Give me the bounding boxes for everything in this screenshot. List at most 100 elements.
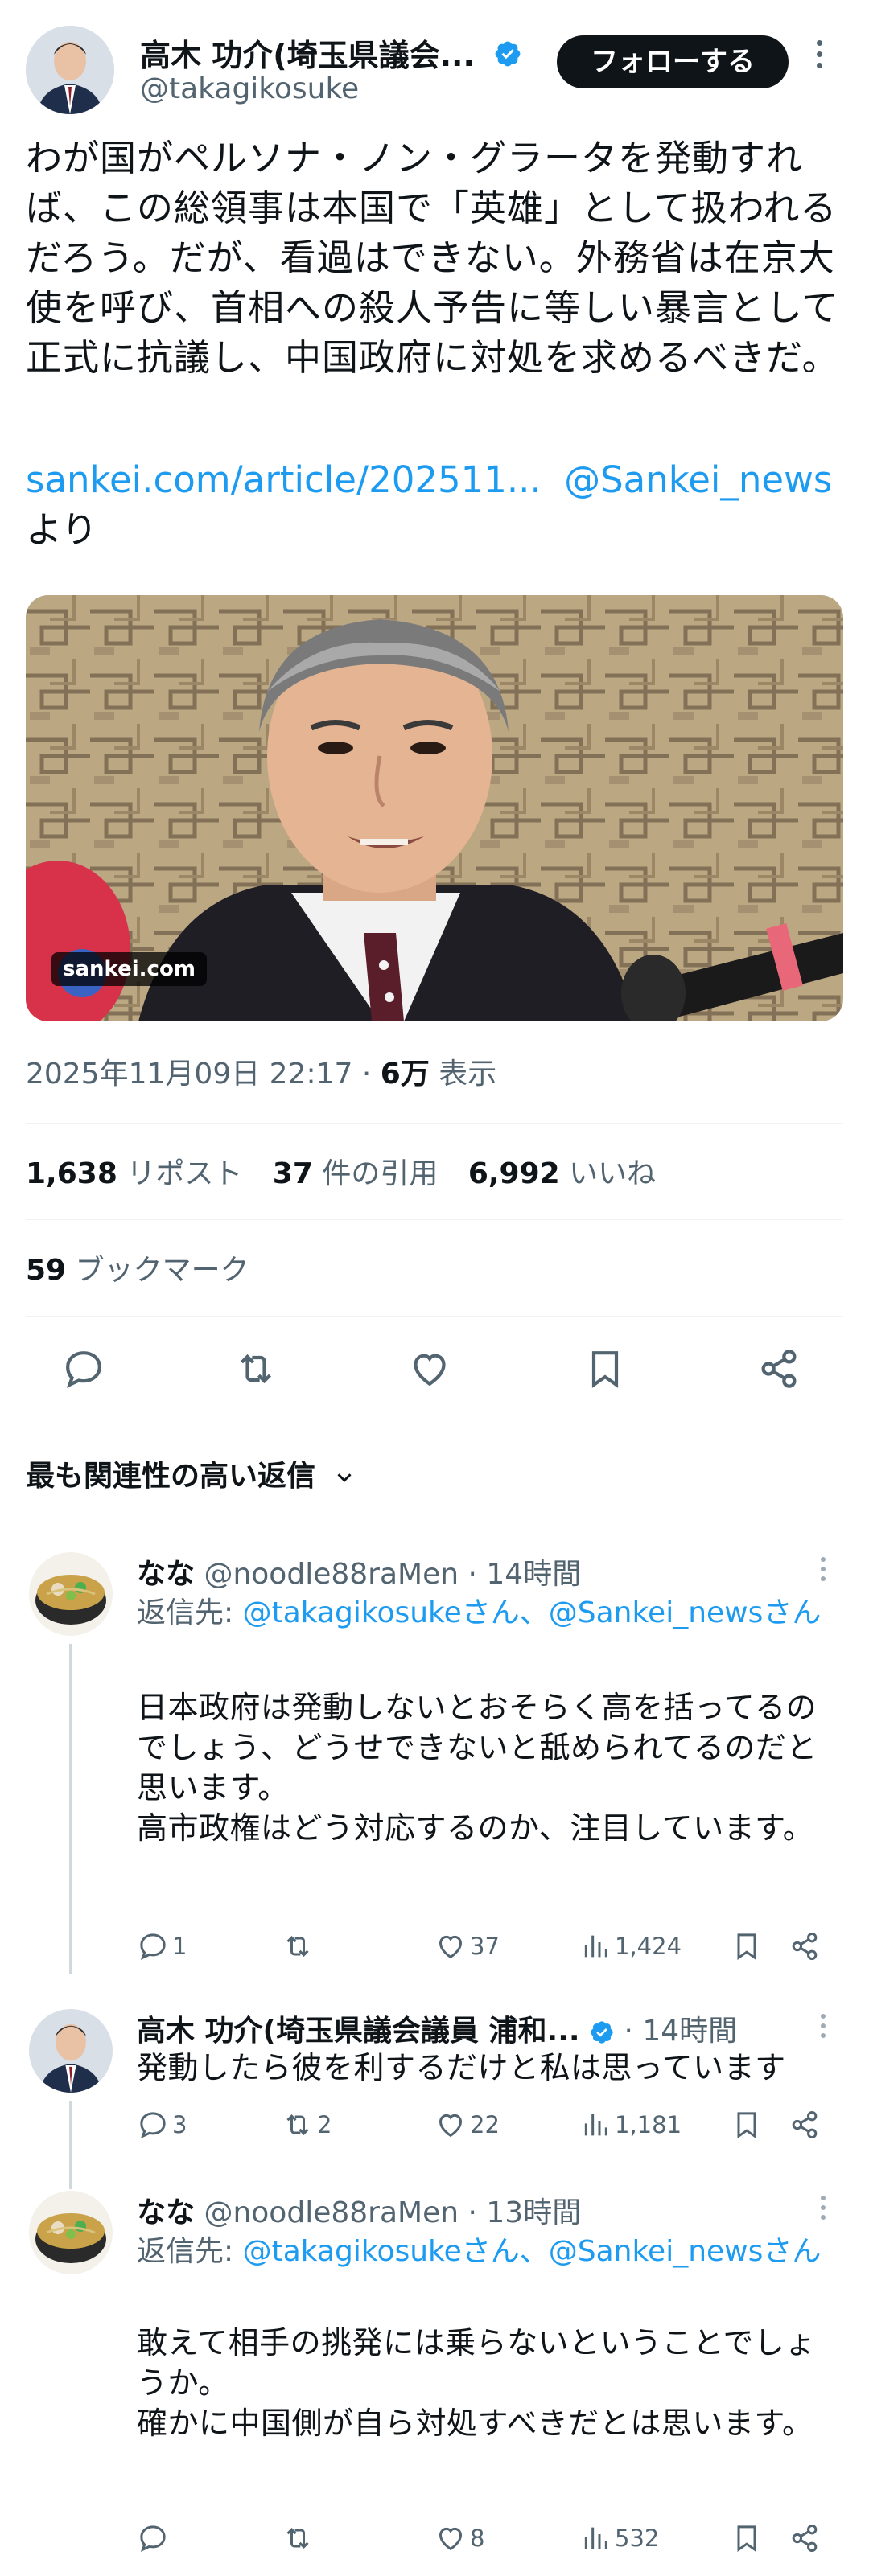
repost-icon <box>286 1936 309 1957</box>
reply-more-icon[interactable] <box>819 2196 827 2228</box>
views-count: 532 <box>615 2525 660 2552</box>
reply-repost-button[interactable] <box>282 1930 317 1962</box>
chevron-down-icon <box>337 1473 352 1482</box>
bookmark-icon <box>737 2525 756 2553</box>
separator: · <box>361 1058 381 1091</box>
divider <box>26 1316 843 1317</box>
author-display-name[interactable]: 高木 功介(埼玉県議会... <box>140 31 522 76</box>
reply-reply-button[interactable] <box>137 2522 172 2554</box>
likes-stat[interactable]: 6,992 いいね <box>468 1157 656 1190</box>
like-button[interactable] <box>407 1346 452 1395</box>
reply-reply-button[interactable]: 1 <box>137 1930 187 1962</box>
reply-views-button[interactable]: 532 <box>579 2522 659 2554</box>
reply-author-handle[interactable]: @noodle88raMen <box>204 1558 459 1591</box>
author-name-text[interactable]: 高木 功介(埼玉県議会... <box>140 38 475 73</box>
bookmark-icon <box>737 1933 756 1961</box>
reply-icon <box>66 1351 101 1388</box>
tweet-timestamp-row: 2025年11月09日 22:17 · 6万 表示 <box>26 1050 496 1092</box>
reply-share-button[interactable] <box>789 2522 824 2554</box>
reply-avatar-noodle[interactable] <box>29 2191 113 2274</box>
reply-views-button[interactable]: 1,181 <box>579 2109 682 2141</box>
like-count: 8 <box>470 2525 485 2552</box>
reposts-label: リポスト <box>126 1157 243 1190</box>
thread-connector <box>69 1644 72 1974</box>
article-link[interactable]: sankei.com/article/202511... <box>26 458 542 501</box>
reply-header: なな @noodle88raMen · 14時間 <box>137 1551 581 1592</box>
media-source-badge: sankei.com <box>51 952 207 986</box>
reply-author-name[interactable]: 高木 功介(埼玉県議会議員 浦和... <box>137 2015 580 2048</box>
reply-author-name[interactable]: なな <box>137 1558 195 1591</box>
tweet-text: わが国がペルソナ・ノン・グラータを発動すれば、この総領事は本国で「英雄」として扱… <box>26 137 839 379</box>
reply-repost-button[interactable]: 2 <box>282 2109 332 2141</box>
views-label: 表示 <box>439 1058 497 1091</box>
share-button[interactable] <box>756 1346 801 1395</box>
replying-to-mentions[interactable]: @takagikosukeさん、@Sankei_newsさん <box>243 1596 822 1629</box>
reply-time[interactable]: · 13時間 <box>468 2196 582 2229</box>
reply-to-line: 返信先: @takagikosukeさん、@Sankei_newsさん <box>137 2233 837 2271</box>
reply-avatar-noodle[interactable] <box>29 1552 113 1636</box>
reply-body: 敢えて相手の挑発には乗らないということでしょうか。 確かに中国側が自ら対処すべき… <box>137 2325 816 2441</box>
reply-time[interactable]: · 14時間 <box>624 2015 737 2048</box>
bookmark-button[interactable] <box>583 1346 628 1395</box>
replying-to-mentions[interactable]: @takagikosukeさん、@Sankei_newsさん <box>243 2235 822 2268</box>
reposts-count: 1,638 <box>26 1157 117 1190</box>
tweet-timestamp[interactable]: 2025年11月09日 22:17 <box>26 1058 352 1091</box>
reply-actions: 8 532 <box>137 2522 837 2558</box>
repost-icon <box>286 2528 309 2549</box>
reply-bookmark-button[interactable] <box>731 2522 766 2554</box>
views-count: 6万 <box>380 1058 430 1091</box>
reply-author-handle[interactable]: @noodle88raMen <box>204 2196 459 2229</box>
more-options-icon[interactable] <box>809 40 829 85</box>
bookmark-icon <box>591 1351 619 1388</box>
bookmarks-count: 59 <box>26 1254 67 1287</box>
link-suffix: より <box>26 508 98 551</box>
author-avatar[interactable] <box>26 26 114 114</box>
reply-count: 3 <box>172 2111 187 2138</box>
like-count: 37 <box>470 1933 500 1960</box>
reply-repost-button[interactable] <box>282 2522 317 2554</box>
share-icon <box>761 1350 797 1388</box>
reply-more-icon[interactable] <box>819 1557 827 1589</box>
views-bar-chart-icon <box>584 2527 607 2549</box>
reply-like-button[interactable]: 37 <box>434 1930 500 1962</box>
reposts-stat[interactable]: 1,638 リポスト <box>26 1157 242 1190</box>
views-count: 1,424 <box>615 1933 682 1960</box>
reply-icon <box>140 2525 166 2553</box>
reply-share-button[interactable] <box>789 2109 824 2141</box>
follow-button[interactable]: フォローする <box>557 35 789 88</box>
reply-time[interactable]: · 14時間 <box>468 1558 582 1591</box>
reply-actions: 1 37 1,424 <box>137 1930 837 1966</box>
tweet-link-row: sankei.com/article/202511... @Sankei_new… <box>26 455 832 505</box>
likes-count: 6,992 <box>467 1157 560 1190</box>
quotes-stat[interactable]: 37 件の引用 <box>273 1157 439 1190</box>
reply-like-button[interactable]: 8 <box>434 2522 484 2554</box>
repost-button[interactable] <box>233 1346 278 1395</box>
thread-connector <box>69 2101 72 2189</box>
reply-views-button[interactable]: 1,424 <box>579 1930 682 1962</box>
reply-more-icon[interactable] <box>819 2014 827 2046</box>
reply-count: 1 <box>172 1933 187 1960</box>
heart-icon <box>439 1935 463 1959</box>
quotes-label: 件の引用 <box>322 1157 439 1190</box>
reply-avatar-takagi[interactable] <box>29 2009 113 2093</box>
reply-like-button[interactable]: 22 <box>434 2109 500 2141</box>
reply-actions: 3 2 22 1,181 <box>137 2109 837 2144</box>
author-handle[interactable]: @takagikosuke <box>140 72 359 105</box>
bookmark-icon <box>737 2112 756 2139</box>
reply-button[interactable] <box>61 1346 106 1395</box>
reply-icon <box>140 2112 166 2139</box>
reply-reply-button[interactable]: 3 <box>137 2109 187 2141</box>
reply-icon <box>140 1933 166 1961</box>
reply-bookmark-button[interactable] <box>731 2109 766 2141</box>
engagement-stats: 1,638 リポスト 37 件の引用 6,992 いいね <box>26 1150 677 1192</box>
reply-bookmark-button[interactable] <box>731 1930 766 1962</box>
heart-icon <box>439 2527 463 2551</box>
heart-icon <box>439 2114 463 2138</box>
views-bar-chart-icon <box>584 1935 607 1958</box>
sankei-mention-link[interactable]: @Sankei_news <box>564 458 832 501</box>
reply-share-button[interactable] <box>789 1930 824 1962</box>
bookmarks-stat[interactable]: 59 ブックマーク <box>26 1247 249 1288</box>
replies-sort-dropdown[interactable]: 最も関連性の高い返信 <box>26 1452 356 1494</box>
reply-author-name[interactable]: なな <box>137 2196 195 2229</box>
views-bar-chart-icon <box>584 2114 607 2136</box>
